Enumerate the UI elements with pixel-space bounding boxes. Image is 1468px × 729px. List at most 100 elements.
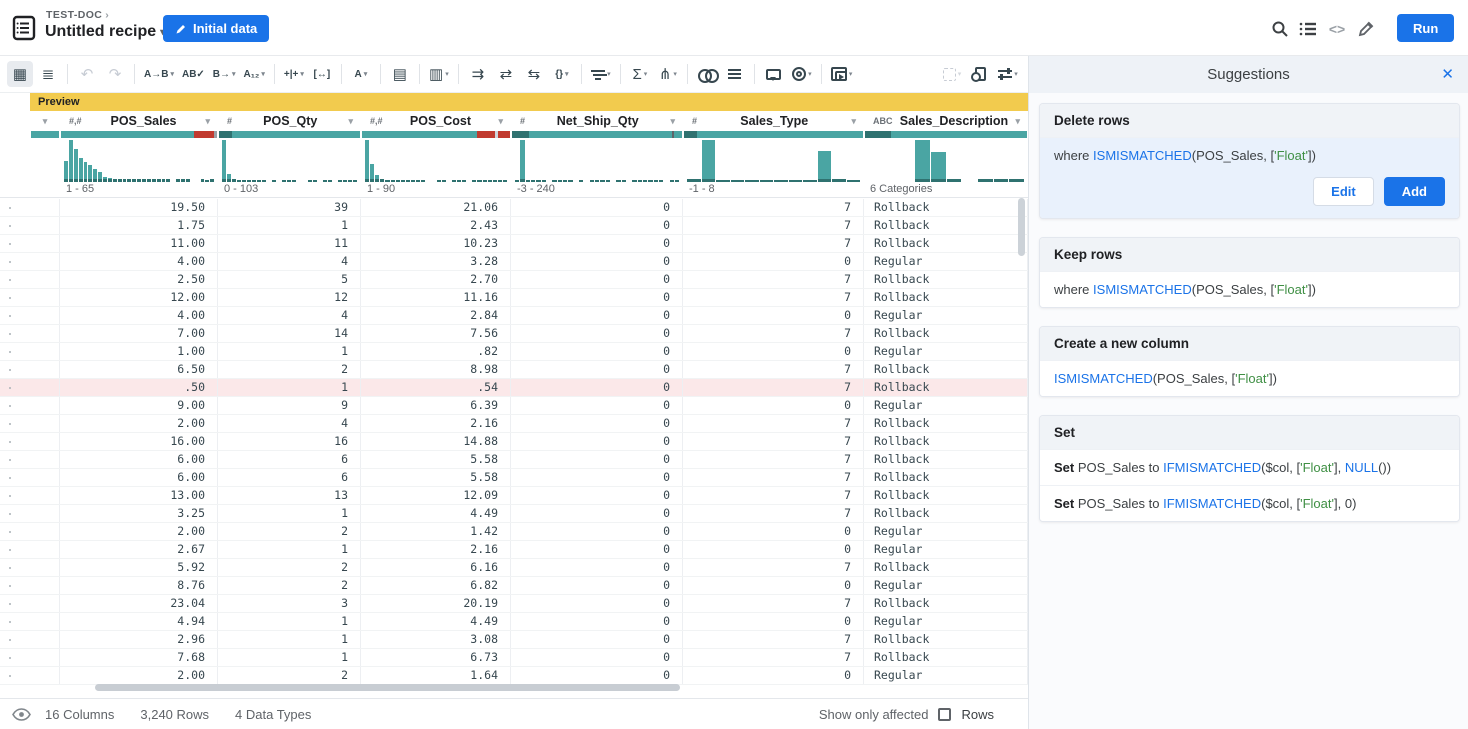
column-quality-bar[interactable]: [60, 131, 218, 138]
cell-pos_sales[interactable]: 13.00: [60, 487, 218, 504]
row-select-cell[interactable]: [30, 433, 60, 450]
table-row[interactable]: 4.0042.8400Regular: [0, 307, 1028, 325]
cell-sales_description[interactable]: Regular: [864, 343, 1028, 360]
cell-pos_sales[interactable]: 23.04: [60, 595, 218, 612]
cell-pos_qty[interactable]: 1: [218, 343, 361, 360]
row-select-cell[interactable]: [30, 343, 60, 360]
cell-pos_cost[interactable]: 10.23: [361, 235, 511, 252]
cell-sales_type[interactable]: 7: [683, 649, 864, 666]
table-layout-icon[interactable]: ▥▾: [426, 61, 452, 87]
chevron-down-icon[interactable]: ▾: [670, 116, 675, 127]
cell-pos_cost[interactable]: 8.98: [361, 361, 511, 378]
cell-pos_sales[interactable]: 4.00: [60, 253, 218, 270]
cell-pos_sales[interactable]: 4.00: [60, 307, 218, 324]
cell-net_ship_qty[interactable]: 0: [511, 613, 683, 630]
row-select-cell[interactable]: [30, 379, 60, 396]
cell-pos_cost[interactable]: 3.28: [361, 253, 511, 270]
union-stack-icon[interactable]: [722, 61, 748, 87]
rename-columns-icon[interactable]: A→B▾: [141, 61, 177, 87]
cell-pos_cost[interactable]: 6.39: [361, 397, 511, 414]
table-row[interactable]: 11.001110.2307Rollback: [0, 235, 1028, 253]
cell-pos_cost[interactable]: 3.08: [361, 631, 511, 648]
cell-pos_qty[interactable]: 1: [218, 649, 361, 666]
table-row[interactable]: 4.0043.2800Regular: [0, 253, 1028, 271]
join-datasets-icon[interactable]: [694, 61, 720, 87]
code-view-icon[interactable]: <>: [1326, 18, 1348, 40]
cell-pos_cost[interactable]: 14.88: [361, 433, 511, 450]
row-select-cell[interactable]: [30, 415, 60, 432]
table-row[interactable]: 3.2514.4907Rollback: [0, 505, 1028, 523]
cell-sales_description[interactable]: Regular: [864, 577, 1028, 594]
cell-pos_sales[interactable]: 19.50: [60, 199, 218, 216]
row-select-cell[interactable]: [30, 523, 60, 540]
eyedropper-icon[interactable]: [1355, 18, 1377, 40]
row-select-cell[interactable]: [30, 649, 60, 666]
cell-sales_type[interactable]: 7: [683, 631, 864, 648]
cell-sales_type[interactable]: 7: [683, 325, 864, 342]
find-in-data-icon[interactable]: [967, 61, 993, 87]
cell-pos_qty[interactable]: 2: [218, 361, 361, 378]
comment-icon[interactable]: [761, 61, 787, 87]
cell-pos_sales[interactable]: 2.67: [60, 541, 218, 558]
suggestion-row[interactable]: where ISMISMATCHED(POS_Sales, ['Float']): [1040, 271, 1459, 307]
format-text-icon[interactable]: A▾: [348, 61, 374, 87]
table-row[interactable]: 19.503921.0607Rollback: [0, 199, 1028, 217]
cell-pos_cost[interactable]: 11.16: [361, 289, 511, 306]
suggestion-row[interactable]: Set POS_Sales to IFMISMATCHED($col, ['Fl…: [1040, 449, 1459, 485]
cell-net_ship_qty[interactable]: 0: [511, 199, 683, 216]
cell-sales_description[interactable]: Regular: [864, 307, 1028, 324]
aggregate-icon[interactable]: Σ▾: [627, 61, 653, 87]
cell-pos_sales[interactable]: 12.00: [60, 289, 218, 306]
table-row[interactable]: 4.9414.4900Regular: [0, 613, 1028, 631]
cell-pos_sales[interactable]: 5.92: [60, 559, 218, 576]
cell-pos_sales[interactable]: 1.75: [60, 217, 218, 234]
cell-sales_description[interactable]: Rollback: [864, 649, 1028, 666]
suggestion-row[interactable]: ISMISMATCHED(POS_Sales, ['Float']): [1040, 360, 1459, 396]
cell-pos_sales[interactable]: 4.94: [60, 613, 218, 630]
cell-net_ship_qty[interactable]: 0: [511, 307, 683, 324]
cell-pos_qty[interactable]: 1: [218, 541, 361, 558]
cell-sales_type[interactable]: 7: [683, 235, 864, 252]
cell-pos_qty[interactable]: 2: [218, 577, 361, 594]
cell-sales_description[interactable]: Rollback: [864, 631, 1028, 648]
table-row[interactable]: 6.0065.5807Rollback: [0, 469, 1028, 487]
cell-pos_sales[interactable]: 8.76: [60, 577, 218, 594]
cell-pos_cost[interactable]: 12.09: [361, 487, 511, 504]
cell-pos_qty[interactable]: 13: [218, 487, 361, 504]
cell-pos_cost[interactable]: 1.42: [361, 523, 511, 540]
column-quality-bar[interactable]: [511, 131, 683, 138]
cell-pos_sales[interactable]: 3.25: [60, 505, 218, 522]
table-row[interactable]: 1.7512.4307Rollback: [0, 217, 1028, 235]
cell-sales_type[interactable]: 7: [683, 415, 864, 432]
cell-pos_qty[interactable]: 39: [218, 199, 361, 216]
row-select-cell[interactable]: [30, 667, 60, 684]
cell-net_ship_qty[interactable]: 0: [511, 649, 683, 666]
cell-net_ship_qty[interactable]: 0: [511, 325, 683, 342]
table-row[interactable]: 23.04320.1907Rollback: [0, 595, 1028, 613]
cell-sales_description[interactable]: Rollback: [864, 361, 1028, 378]
functions-braces-icon[interactable]: {}▾: [549, 61, 575, 87]
table-row[interactable]: 1.001.8200Regular: [0, 343, 1028, 361]
row-select-cell[interactable]: [30, 289, 60, 306]
rows-checkbox[interactable]: [938, 708, 951, 721]
cell-sales_description[interactable]: Rollback: [864, 433, 1028, 450]
cell-pos_qty[interactable]: 3: [218, 595, 361, 612]
cell-net_ship_qty[interactable]: 0: [511, 559, 683, 576]
cell-sales_type[interactable]: 0: [683, 397, 864, 414]
cell-sales_description[interactable]: Regular: [864, 253, 1028, 270]
cell-pos_qty[interactable]: 2: [218, 523, 361, 540]
cell-net_ship_qty[interactable]: 0: [511, 487, 683, 504]
row-select-cell[interactable]: [30, 505, 60, 522]
cell-sales_type[interactable]: 7: [683, 469, 864, 486]
search-icon[interactable]: [1269, 18, 1291, 40]
move-column-icon[interactable]: B→▾: [210, 61, 239, 87]
cell-net_ship_qty[interactable]: 0: [511, 451, 683, 468]
cell-sales_description[interactable]: Regular: [864, 397, 1028, 414]
cell-pos_sales[interactable]: 6.50: [60, 361, 218, 378]
cell-pos_sales[interactable]: 7.68: [60, 649, 218, 666]
cell-pos_cost[interactable]: 1.64: [361, 667, 511, 684]
cell-sales_type[interactable]: 7: [683, 271, 864, 288]
pivot-branch-icon[interactable]: ⋔▾: [655, 61, 681, 87]
list-view-icon[interactable]: ≣: [35, 61, 61, 87]
cell-net_ship_qty[interactable]: 0: [511, 217, 683, 234]
